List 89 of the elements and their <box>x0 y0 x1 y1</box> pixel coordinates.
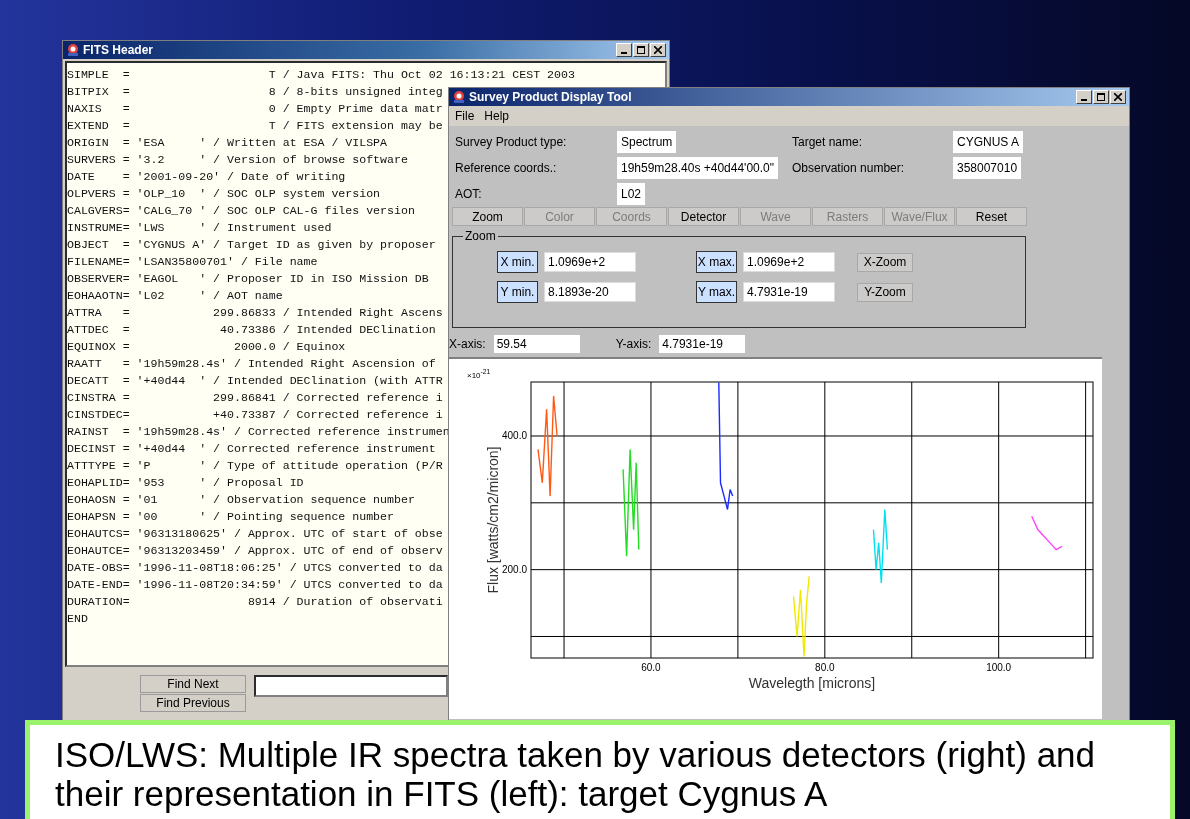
header-line: BITPIX = 8 / 8-bits unsigned integ <box>67 85 443 98</box>
header-line: OLPVERS = 'OLP_10 ' / SOC OLP system version <box>67 187 381 200</box>
x-tick-label: 60.0 <box>641 662 661 673</box>
axis-multiplier: ×10$^{-21}$ <box>467 368 491 380</box>
zoom-button[interactable]: X-Zoom <box>857 252 913 272</box>
header-line: RAINST = '19h59m28.4s' / Corrected reference instrumen <box>67 425 450 438</box>
header-line: DATE-END= '1996-11-08T20:34:59' / UTCS converted to da <box>67 578 443 591</box>
axis-label: X-axis: <box>449 337 486 351</box>
window-title: FITS Header <box>83 43 155 57</box>
close-icon <box>654 46 662 54</box>
close-button[interactable] <box>1110 90 1126 104</box>
header-line: SIMPLE = T / Java FITS: Thu Oct 02 16:13:21 CEST 2003 <box>67 68 575 81</box>
header-line: OBSERVER= 'EAGOL ' / Proposer ID in ISO Mission DB <box>67 272 429 285</box>
header-line: DECINST = '+40d44 ' / Corrected reference instrument <box>67 442 436 455</box>
find-button[interactable]: Find Next <box>140 675 246 693</box>
header-line: EOHAOSN = '01 ' / Observation sequence number <box>67 493 415 506</box>
axis-label: Y-axis: <box>615 337 652 351</box>
maximize-button[interactable] <box>633 43 649 57</box>
range-toggle[interactable]: Y min. <box>497 281 538 303</box>
window-title: Survey Product Display Tool <box>469 90 633 104</box>
maximize-icon <box>637 46 645 54</box>
header-line: FILENAME= 'LSAN35800701' / File name <box>67 255 318 268</box>
range-toggle[interactable]: X max. <box>696 251 737 273</box>
header-line: INSTRUME= 'LWS ' / Instrument used <box>67 221 332 234</box>
toolbar-button[interactable]: Detector <box>668 207 739 226</box>
field-value: Spectrum <box>617 131 677 153</box>
header-line: RAATT = '19h59m28.4s' / Intended Right Ascension of <box>67 357 436 370</box>
field-label: AOT: <box>454 187 482 201</box>
menu-item[interactable]: Help <box>484 109 510 123</box>
range-field[interactable]: 1.0969e+2 <box>544 252 636 272</box>
x-tick-label: 100.0 <box>986 662 1012 673</box>
header-line: EOHAPSN = '00 ' / Pointing sequence number <box>67 510 394 523</box>
header-line: DATE = '2001-09-20' / Date of writing <box>67 170 346 183</box>
minimize-button[interactable] <box>1076 90 1092 104</box>
header-line: EXTEND = T / FITS extension may be <box>67 119 443 132</box>
axis-value: 59.54 <box>493 335 580 353</box>
y-axis-title: Flux [watts/cm2/micron] <box>485 446 501 594</box>
header-line: ATTDEC = 40.73386 / Intended DEClination <box>67 323 436 336</box>
x-tick-label: 80.0 <box>815 662 835 673</box>
axis-value: 4.7931e-19 <box>659 335 746 353</box>
maximize-button[interactable] <box>1093 90 1109 104</box>
field-value: CYGNUS A <box>953 131 1023 153</box>
field-label: Target name: <box>791 135 863 149</box>
app-icon <box>452 90 466 104</box>
range-toggle[interactable]: X min. <box>497 251 538 273</box>
group-title: Zoom <box>463 229 498 243</box>
header-line: EOHAUTCS= '96313180625' / Approx. UTC of start of obse <box>67 527 443 540</box>
field-label: Observation number: <box>791 161 905 175</box>
header-line: CINSTRA = 299.86841 / Corrected reference i <box>67 391 443 404</box>
toolbar-button[interactable]: Reset <box>956 207 1027 226</box>
header-line: DURATION= 8914 / Duration of observati <box>67 595 443 608</box>
field-value: 19h59m28.40s +40d44'00.0" <box>617 157 778 179</box>
header-line: CINSTDEC= +40.73387 / Corrected reference i <box>67 408 443 421</box>
find-field[interactable] <box>254 675 448 697</box>
find-button[interactable]: Find Previous <box>140 694 246 712</box>
range-toggle[interactable]: Y max. <box>696 281 737 303</box>
header-line: EOHAAOTN= 'L02 ' / AOT name <box>67 289 283 302</box>
header-line: NAXIS = 0 / Empty Prime data matr <box>67 102 443 115</box>
field-value: 358007010 <box>953 157 1022 179</box>
range-field[interactable]: 1.0969e+2 <box>743 252 835 272</box>
header-line: EOHAUTCE= '96313203459' / Approx. UTC of end of observ <box>67 544 443 557</box>
header-line: ATTRA = 299.86833 / Intended Right Ascens <box>67 306 443 319</box>
zoom-button[interactable]: Y-Zoom <box>857 282 913 302</box>
header-line: OBJECT = 'CYGNUS A' / Target ID as given by proposer <box>67 238 436 251</box>
header-line: DECATT = '+40d44 ' / Intended DEClination (with ATTR <box>67 374 443 387</box>
close-icon <box>1114 93 1122 101</box>
header-line: CALGVERS= 'CALG_70 ' / SOC OLP CAL-G files version <box>67 204 415 217</box>
header-line: ATTTYPE = 'P ' / Type of attitude operation (P/R <box>67 459 443 472</box>
y-tick-label: 400.0 <box>501 430 527 441</box>
field-label: Survey Product type: <box>454 135 567 149</box>
x-axis-title: Wavelegth [microns] <box>748 675 876 691</box>
header-line: ORIGIN = 'ESA ' / Written at ESA / VILSPA <box>67 136 388 149</box>
header-line: DATE-OBS= '1996-11-08T18:06:25' / UTCS converted to da <box>67 561 443 574</box>
header-line: EQUINOX = 2000.0 / Equinox <box>67 340 346 353</box>
y-tick-label: 200.0 <box>501 563 527 575</box>
app-icon <box>66 43 80 57</box>
close-button[interactable] <box>650 43 666 57</box>
range-field[interactable]: 4.7931e-19 <box>743 282 835 302</box>
header-line: END <box>67 612 88 625</box>
menu-item[interactable]: File <box>455 109 475 123</box>
toolbar-button[interactable]: Zoom <box>452 207 523 226</box>
header-line: EOHAPLID= '953 ' / Proposal ID <box>67 476 304 489</box>
minimize-button[interactable] <box>616 43 632 57</box>
maximize-icon <box>1097 93 1105 101</box>
header-line: SURVERS = '3.2 ' / Version of browse software <box>67 153 408 166</box>
range-field[interactable]: 8.1893e-20 <box>544 282 636 302</box>
caption-text: ISO/LWS: Multiple IR spectra taken by various detectors (right) and their representation in FITS (left): target Cygnus A <box>55 735 1097 813</box>
field-label: Reference coords.: <box>454 161 557 175</box>
field-value: L02 <box>617 183 646 205</box>
